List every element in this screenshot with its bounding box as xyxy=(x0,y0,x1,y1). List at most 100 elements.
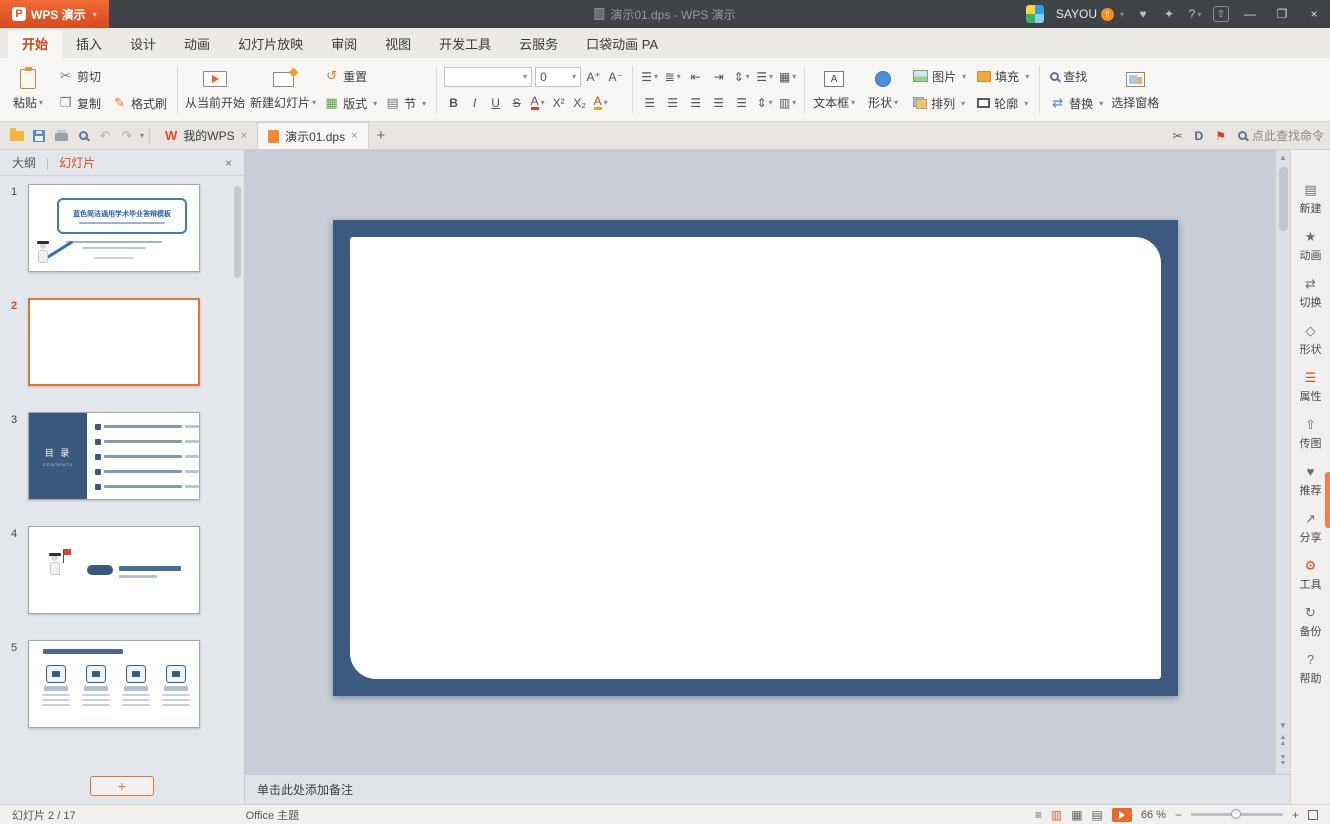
superscript-button[interactable]: X² xyxy=(549,93,568,113)
cut-button[interactable]: ✂剪切 xyxy=(55,65,104,87)
font-family-select[interactable]: ▾ xyxy=(444,67,532,87)
scrollbar-thumb[interactable] xyxy=(1279,167,1288,231)
close-panel-button[interactable]: × xyxy=(225,156,232,170)
tab-animation[interactable]: 动画 xyxy=(170,31,224,58)
outline-tab[interactable]: 大纲 xyxy=(12,154,36,171)
tab-document[interactable]: 演示01.dps × xyxy=(257,122,368,149)
font-color-button[interactable]: A▾ xyxy=(528,93,547,113)
tab-my-wps[interactable]: W 我的WPS × xyxy=(155,122,257,149)
next-slide-button[interactable]: ▼▼ xyxy=(1280,755,1287,767)
slide-thumbnail-4[interactable] xyxy=(28,526,200,614)
tab-slideshow[interactable]: 幻灯片放映 xyxy=(224,31,317,58)
sidebar-item-backup[interactable]: ↻备份 xyxy=(1300,605,1322,639)
new-tab-button[interactable]: + xyxy=(369,127,394,144)
paste-button[interactable]: 粘贴▾ xyxy=(6,62,50,118)
redo-button[interactable]: ↷ xyxy=(116,125,138,147)
sidebar-item-properties[interactable]: ☰属性 xyxy=(1300,370,1322,404)
panel-scrollbar[interactable] xyxy=(234,186,241,768)
tab-pocket-animation[interactable]: 口袋动画 PA xyxy=(572,31,672,58)
picture-button[interactable]: 图片▾ xyxy=(910,65,969,87)
canvas-scrollbar[interactable]: ▲ ▼ ▲▲ ▼▼ xyxy=(1275,150,1290,774)
wps-colorful-logo[interactable] xyxy=(1026,5,1044,23)
align-left-button[interactable]: ☰ xyxy=(640,93,659,113)
slideshow-play-button[interactable] xyxy=(1112,808,1132,822)
scroll-down-button[interactable]: ▼ xyxy=(1279,721,1287,731)
italic-button[interactable]: I xyxy=(465,93,484,113)
slide-thumbnail-2-selected[interactable] xyxy=(28,298,200,386)
copy-button[interactable]: ❐复制 xyxy=(55,92,104,114)
minimize-button[interactable]: — xyxy=(1234,0,1266,28)
outline-button[interactable]: 轮廓▾ xyxy=(974,92,1032,114)
hidden-panel-indicator[interactable] xyxy=(1325,472,1330,528)
docer-icon[interactable]: D xyxy=(1195,129,1204,143)
flag-icon[interactable]: ⚑ xyxy=(1215,129,1226,143)
tab-view[interactable]: 视图 xyxy=(371,31,425,58)
section-button[interactable]: ▤节▾ xyxy=(382,92,429,114)
fill-button[interactable]: 填充▾ xyxy=(974,65,1032,87)
slides-tab[interactable]: 幻灯片 xyxy=(59,154,95,171)
maximize-button[interactable]: ❐ xyxy=(1266,0,1298,28)
increase-font-button[interactable]: A⁺ xyxy=(584,67,603,87)
sidebar-item-share[interactable]: ↗分享 xyxy=(1300,511,1322,545)
quickbar-dropdown[interactable]: ▾ xyxy=(140,131,144,140)
justify-button[interactable]: ☰ xyxy=(709,93,728,113)
format-painter-button[interactable]: ✎格式刷 xyxy=(109,92,170,114)
slide-thumbnail-5[interactable] xyxy=(28,640,200,728)
tab-devtools[interactable]: 开发工具 xyxy=(425,31,505,58)
tab-insert[interactable]: 插入 xyxy=(62,31,116,58)
decrease-indent-button[interactable]: ⇤ xyxy=(686,67,705,87)
zoom-in-button[interactable]: + xyxy=(1292,808,1299,822)
bullets-button[interactable]: ☰▾ xyxy=(640,67,659,87)
save-button[interactable] xyxy=(28,125,50,147)
text-direction-button[interactable]: ⇕▾ xyxy=(732,67,751,87)
find-command-box[interactable]: 点此查找命令 xyxy=(1238,127,1324,144)
font-size-select[interactable]: 0▾ xyxy=(535,67,581,87)
scrollbar-thumb[interactable] xyxy=(234,186,241,278)
play-from-current-button[interactable]: 从当前开始 xyxy=(185,62,245,118)
preview-button[interactable] xyxy=(72,125,94,147)
normal-view-button[interactable]: ▥ xyxy=(1051,808,1062,822)
close-button[interactable]: × xyxy=(1298,0,1330,28)
sidebar-item-upload-image[interactable]: ⇧传图 xyxy=(1300,417,1322,451)
zoom-out-button[interactable]: − xyxy=(1175,808,1182,822)
tab-design[interactable]: 设计 xyxy=(116,31,170,58)
subscript-button[interactable]: X₂ xyxy=(570,93,589,113)
current-slide[interactable] xyxy=(333,220,1178,696)
reset-button[interactable]: ↺重置 xyxy=(321,65,429,87)
sidebar-item-animation[interactable]: ★动画 xyxy=(1300,229,1322,263)
selection-pane-button[interactable]: 选择窗格 xyxy=(1111,62,1159,118)
zoom-slider-handle[interactable] xyxy=(1231,809,1241,819)
add-slide-button[interactable]: + xyxy=(90,776,154,796)
sidebar-item-shapes[interactable]: ◇形状 xyxy=(1300,323,1322,357)
numbering-button[interactable]: ≣▾ xyxy=(663,67,682,87)
account-button[interactable]: SAYOU ⇧ ▾ xyxy=(1050,0,1130,28)
sidebar-item-rec[interactable]: ♥推荐 xyxy=(1300,464,1322,498)
slide-canvas[interactable]: ▲ ▼ ▲▲ ▼▼ xyxy=(245,150,1290,774)
align-right-button[interactable]: ☰ xyxy=(686,93,705,113)
new-slide-button[interactable]: 新建幻灯片▾ xyxy=(250,62,316,118)
close-tab-icon[interactable]: × xyxy=(351,130,357,142)
layout-button[interactable]: ▦版式▾ xyxy=(321,92,380,114)
skin-icon[interactable]: ♥ xyxy=(1130,0,1156,28)
textbox-button[interactable]: A 文本框▾ xyxy=(812,62,856,118)
distribute-button[interactable]: ☰ xyxy=(732,93,751,113)
notes-area[interactable]: 单击此处添加备注 xyxy=(245,774,1290,804)
smartart-button[interactable]: ▦▾ xyxy=(778,67,797,87)
sidebar-item-transition[interactable]: ⇄切换 xyxy=(1300,276,1322,310)
columns-button[interactable]: ▥▾ xyxy=(778,93,797,113)
undo-button[interactable]: ↶ xyxy=(94,125,116,147)
decrease-font-button[interactable]: A⁻ xyxy=(606,67,625,87)
sidebar-item-help[interactable]: ?帮助 xyxy=(1300,652,1322,686)
strikethrough-button[interactable]: S xyxy=(507,93,526,113)
app-menu-button[interactable]: P WPS 演示 ▾ xyxy=(0,0,109,28)
slide-content-area[interactable] xyxy=(350,237,1161,679)
notes-toggle-button[interactable]: ≡ xyxy=(1035,808,1042,822)
slide-sorter-button[interactable]: ▦ xyxy=(1071,808,1082,822)
arrange-button[interactable]: 排列▾ xyxy=(910,92,969,114)
text-effects-button[interactable]: A▾ xyxy=(591,93,610,113)
tab-home[interactable]: 开始 xyxy=(8,31,62,58)
reading-view-button[interactable]: ▤ xyxy=(1092,808,1103,822)
slide-thumbnail-1[interactable]: 蓝色简洁通用学术毕业答辩模板 xyxy=(28,184,200,272)
shapes-button[interactable]: 形状▾ xyxy=(861,62,905,118)
increase-indent-button[interactable]: ⇥ xyxy=(709,67,728,87)
